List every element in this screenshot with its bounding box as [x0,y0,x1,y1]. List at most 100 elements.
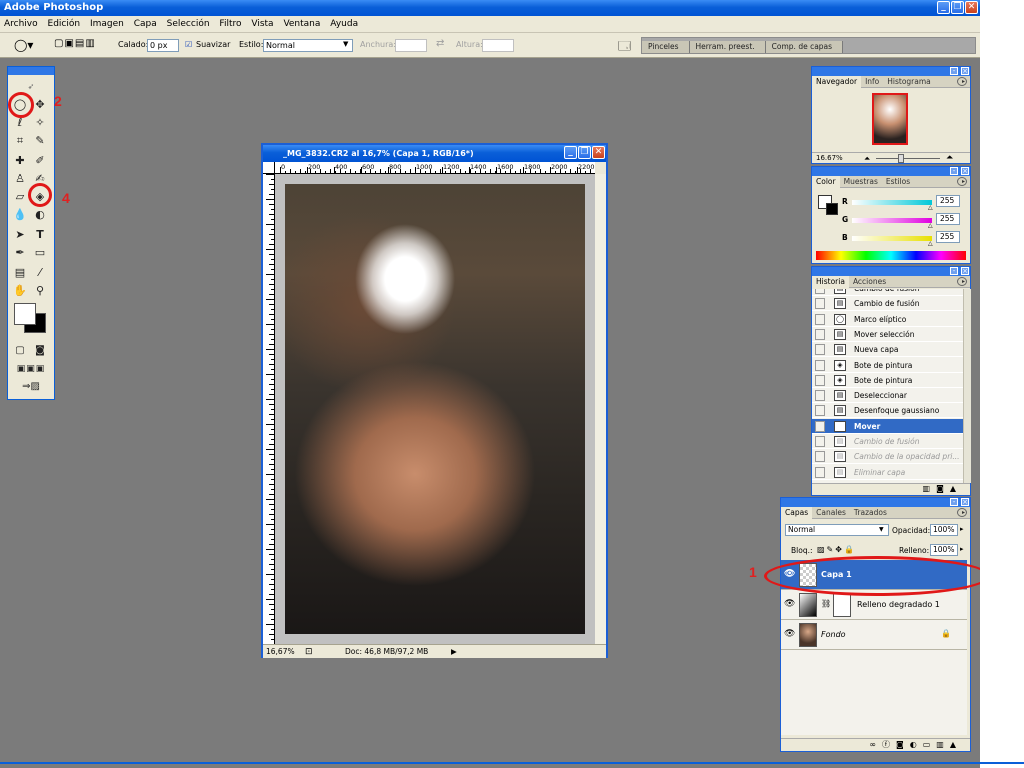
zoom-tool-icon[interactable]: ⚲ [32,283,48,299]
link-chain-icon[interactable]: ⛓ [821,599,831,608]
opacity-arrow-icon[interactable]: ▸ [960,525,964,533]
layer-row[interactable]: 🔒 👁 Fondo [781,620,967,650]
jump-to-imageready-icon[interactable]: ⇒▨ [10,379,52,395]
visibility-eye-icon[interactable]: 👁 [784,599,795,609]
healing-brush-tool-icon[interactable]: ✚ [12,153,28,169]
menu-edicion[interactable]: Edición [44,19,84,29]
eraser-tool-icon[interactable]: ▱ [12,189,28,205]
history-item[interactable]: ◯ Marco elíptico [812,312,963,327]
path-selection-tool-icon[interactable]: ➤ [12,227,28,243]
tab-color[interactable]: Color [812,176,840,188]
doc-maximize-button[interactable]: ❐ [578,146,591,159]
history-item[interactable]: ▤ Cambio de la opacidad pri... [812,449,963,465]
selection-mode-icons[interactable]: ▢▣▤▥ [54,38,96,49]
standard-mode-icon[interactable]: ▢ [12,343,28,359]
history-snapshot-checkbox[interactable] [815,405,825,417]
blend-mode-select[interactable]: Normal [785,524,889,536]
maximize-button[interactable]: ❐ [951,1,964,14]
zoom-readout[interactable]: 16,67% [266,645,295,659]
close-button[interactable]: ✕ [965,1,978,14]
menu-archivo[interactable]: Archivo [0,19,41,29]
history-item[interactable]: ▤ Cambio de fusión [812,289,963,296]
brush-tool-icon[interactable]: ✐ [32,153,48,169]
quick-mask-mode-icon[interactable]: ◙ [32,343,48,359]
tab-navigator[interactable]: Navegador [812,76,862,88]
color-spectrum-ramp[interactable] [816,251,966,260]
fill-input[interactable]: 100% [930,544,958,556]
status-menu-arrow-icon[interactable]: ▶ [451,645,457,659]
blur-tool-icon[interactable]: 💧 [12,207,28,223]
history-snapshot-checkbox[interactable] [815,313,825,325]
slider-handle-icon[interactable]: △ [928,222,933,229]
color-channel-value[interactable]: 255 [936,195,960,207]
zoom-out-icon[interactable]: ⏶ [864,153,870,164]
history-item[interactable]: ◈ Bote de pintura [812,358,963,373]
color-channel-slider[interactable] [852,200,932,205]
history-snapshot-checkbox[interactable] [815,344,825,356]
palette-close-icon[interactable]: × [961,498,969,506]
menu-filtro[interactable]: Filtro [215,19,244,29]
antialias-checkbox-icon[interactable]: ☑ [185,40,192,49]
fill-arrow-icon[interactable]: ▸ [960,545,964,553]
tab-swatches[interactable]: Muestras [840,176,882,188]
history-snapshot-checkbox[interactable] [815,374,825,386]
opacity-input[interactable]: 100% [930,524,958,536]
well-tab-presets[interactable]: Herram. preest. [689,41,766,53]
history-snapshot-checkbox[interactable] [815,451,825,463]
history-snapshot-checkbox[interactable] [815,298,825,310]
eyedropper-tool-icon[interactable]: ⁄ [32,265,48,281]
color-channel-value[interactable]: 255 [936,213,960,225]
tab-actions[interactable]: Acciones [849,276,890,288]
menu-capa[interactable]: Capa [130,19,160,29]
color-channel-value[interactable]: 255 [936,231,960,243]
swap-icon[interactable]: ⇄ [436,38,444,49]
doc-close-button[interactable]: ✕ [592,146,605,159]
palette-minimize-icon[interactable]: - [950,167,958,175]
palette-menu-icon[interactable]: ▸ [957,177,967,186]
style-select[interactable]: Normal [263,39,353,52]
magic-wand-tool-icon[interactable]: ✧ [32,115,48,131]
type-tool-icon[interactable]: T [32,227,48,243]
history-item[interactable]: ✥ Mover [812,418,963,434]
notes-tool-icon[interactable]: ▤ [12,265,28,281]
history-item[interactable]: ▤ Desenfoque gaussiano [812,403,963,419]
palette-menu-icon[interactable]: ▸ [957,77,967,86]
menu-ayuda[interactable]: Ayuda [326,19,361,29]
doc-minimize-button[interactable]: _ [564,146,577,159]
zoom-slider-handle[interactable] [898,154,904,163]
history-snapshot-checkbox[interactable] [815,289,825,294]
height-input[interactable] [482,39,514,52]
palette-minimize-icon[interactable]: - [950,67,958,75]
pen-tool-icon[interactable]: ✒ [12,245,28,261]
feather-input[interactable]: 0 px [147,39,179,52]
palette-minimize-icon[interactable]: - [950,498,958,506]
slider-handle-icon[interactable]: △ [928,240,933,247]
slice-tool-icon[interactable]: ✎ [32,133,48,149]
menu-seleccion[interactable]: Selección [163,19,213,29]
palette-menu-icon[interactable]: ▸ [957,277,967,286]
history-item[interactable]: ▤ Deseleccionar [812,388,963,404]
shape-tool-icon[interactable]: ▭ [32,245,48,261]
palette-close-icon[interactable]: × [961,267,969,275]
history-snapshot-checkbox[interactable] [815,420,825,432]
layer-mask-thumbnail[interactable] [833,593,851,617]
file-browser-icon[interactable]: 🗔 [618,37,631,58]
tab-paths[interactable]: Trazados [850,507,891,519]
well-tab-brushes[interactable]: Pinceles [642,41,690,53]
palette-close-icon[interactable]: × [961,67,969,75]
menu-ventana[interactable]: Ventana [279,19,323,29]
zoom-in-icon[interactable]: ⏶ [946,153,953,164]
width-input[interactable] [395,39,427,52]
history-item[interactable]: ◈ Bote de pintura [812,373,963,388]
history-item[interactable]: ▤ Cambio de fusión [812,296,963,312]
history-item[interactable]: ▤ Cambio de fusión [812,434,963,449]
history-footer-icons[interactable]: ▥◙▲ [812,483,970,495]
history-snapshot-checkbox[interactable] [815,390,825,402]
palette-close-icon[interactable]: × [961,167,969,175]
layers-footer-icons[interactable]: ∞ⓕ◙◐▭▥▲ [781,738,970,751]
history-snapshot-checkbox[interactable] [815,436,825,447]
history-item[interactable]: ▤ Eliminar capa [812,465,963,480]
tab-info[interactable]: Info [861,76,883,88]
palette-menu-icon[interactable]: ▸ [957,508,967,517]
history-snapshot-checkbox[interactable] [815,359,825,371]
